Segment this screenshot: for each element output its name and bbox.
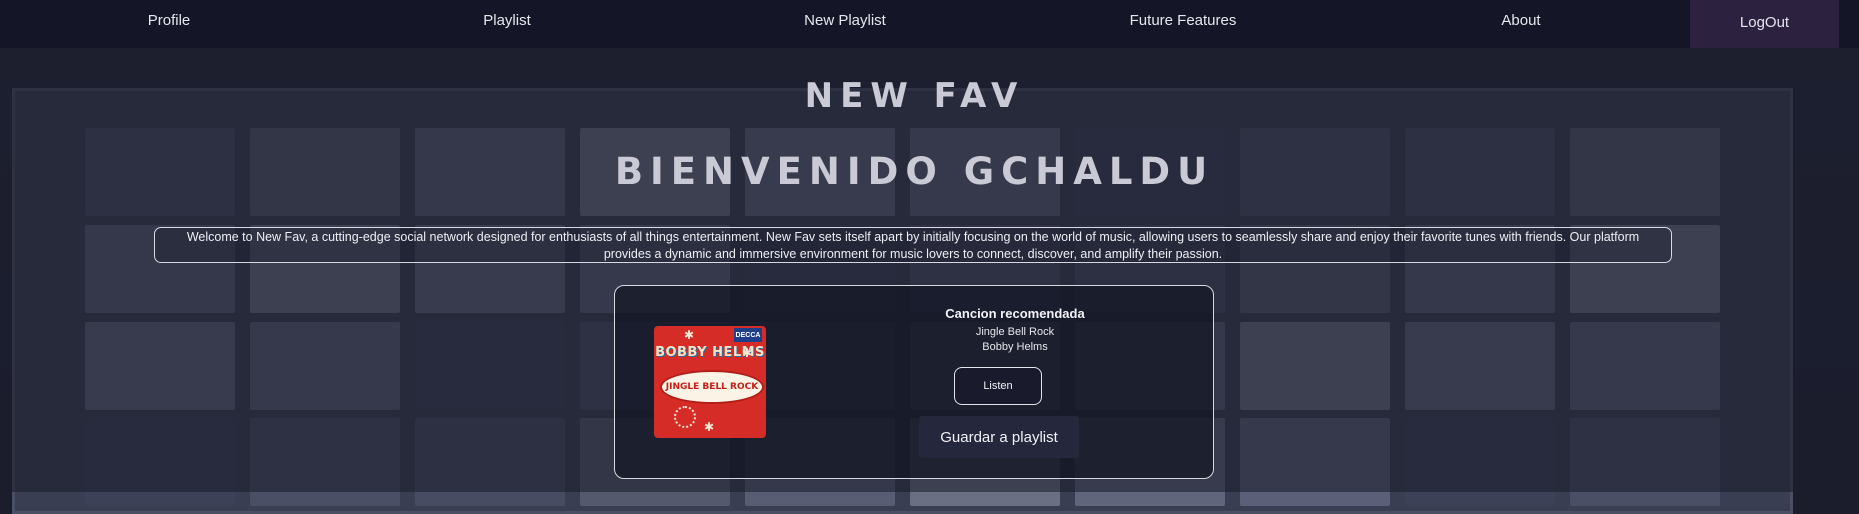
page-title: NEW FAV (804, 76, 1025, 116)
song-artist: Bobby Helms (982, 341, 1048, 353)
nav-spacer (1839, 0, 1859, 48)
song-title: Jingle Bell Rock (975, 326, 1055, 338)
top-nav: Profile Playlist New Playlist Future Fea… (0, 0, 1859, 48)
save-to-playlist-button[interactable]: Guardar a playlist (919, 416, 1079, 458)
recommendation-card: DECCA BOBBY HELMS JINGLE BELL ROCK ✱ ✱ ✱… (614, 285, 1214, 479)
star-icon: ✱ (704, 420, 715, 434)
cover-title-text: JINGLE BELL ROCK (665, 382, 759, 392)
logout-button[interactable]: LogOut (1690, 0, 1839, 48)
intro-box: Welcome to New Fav, a cutting-edge socia… (154, 227, 1672, 263)
star-icon: ✱ (684, 328, 695, 342)
cover-badge: DECCA (734, 328, 762, 342)
welcome-heading: BIENVENIDO GCHALDU (614, 150, 1215, 193)
intro-text: Welcome to New Fav, a cutting-edge socia… (186, 230, 1640, 261)
nav-about[interactable]: About (1352, 0, 1690, 48)
album-cover: DECCA BOBBY HELMS JINGLE BELL ROCK ✱ ✱ ✱ (654, 326, 766, 438)
snowflake-icon (674, 406, 696, 428)
cover-title-label: JINGLE BELL ROCK (660, 370, 764, 404)
star-icon: ✱ (742, 346, 753, 360)
nav-profile[interactable]: Profile (0, 0, 338, 48)
nav-new-playlist[interactable]: New Playlist (676, 0, 1014, 48)
nav-future-features[interactable]: Future Features (1014, 0, 1352, 48)
nav-playlist[interactable]: Playlist (338, 0, 676, 48)
recommendation-heading: Cancion recomendada (945, 306, 1085, 321)
listen-button[interactable]: Listen (954, 367, 1042, 405)
